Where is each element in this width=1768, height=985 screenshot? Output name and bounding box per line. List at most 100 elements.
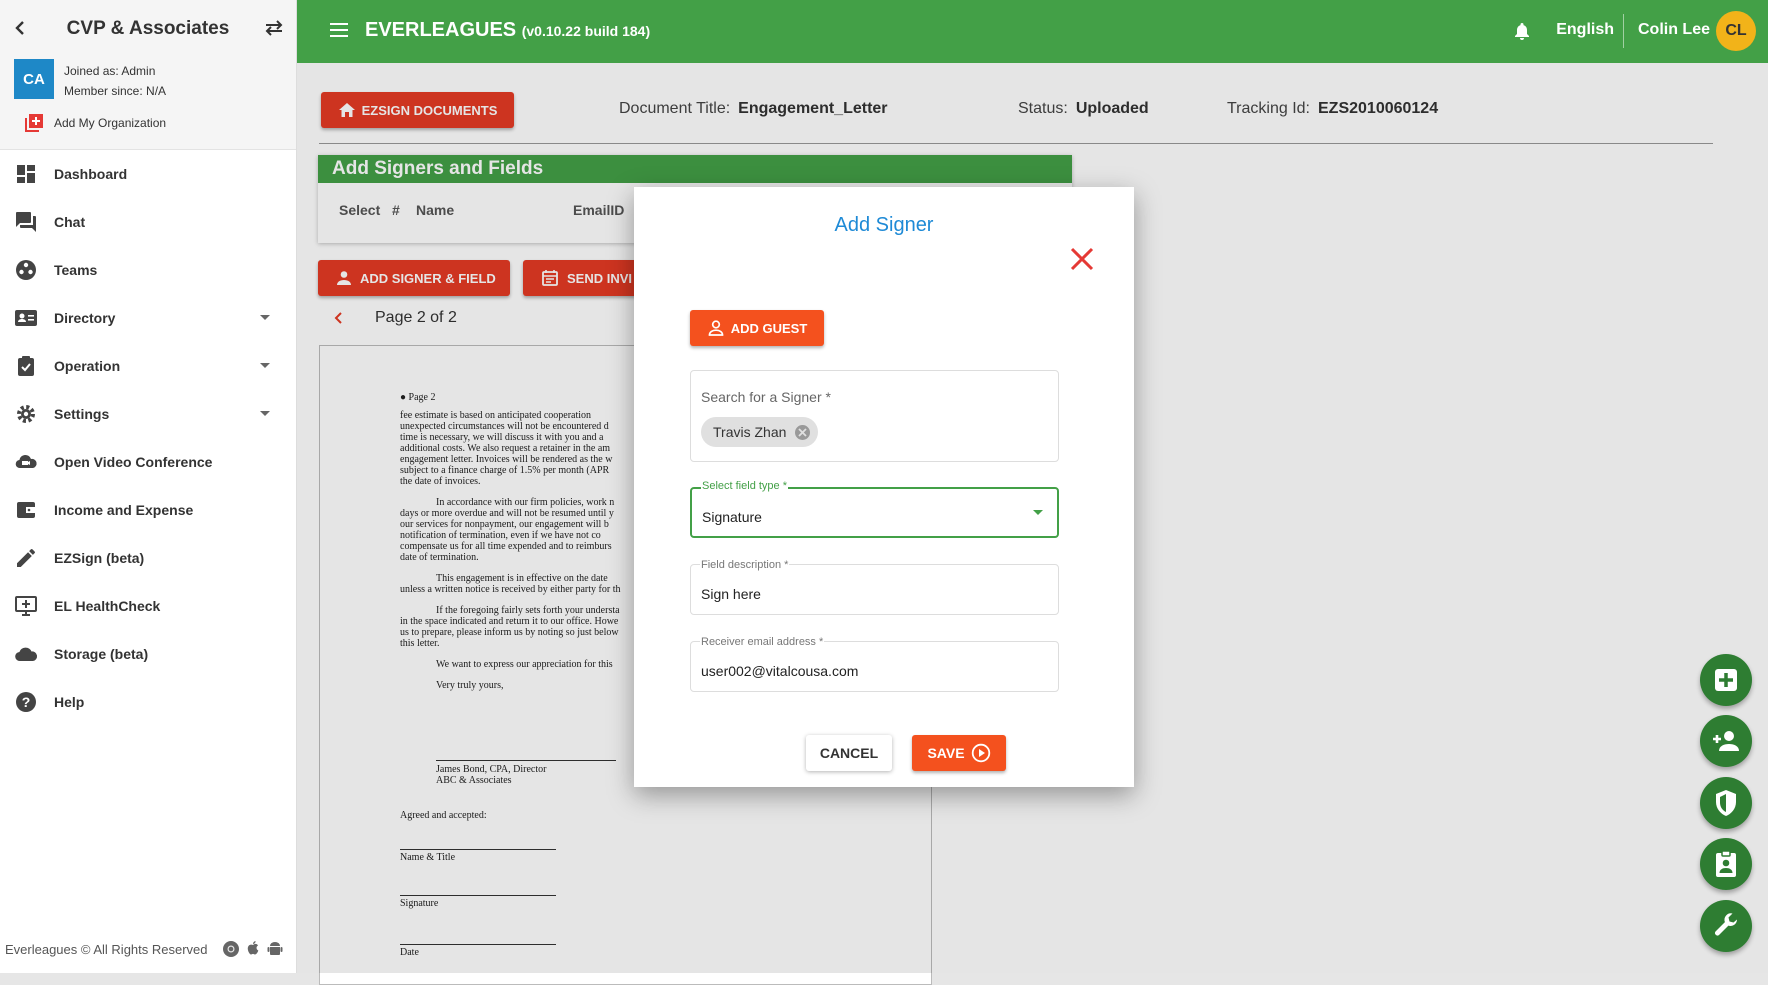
joined-as: Joined as: Admin [64,64,156,78]
sidebar-item-healthcheck[interactable]: EL HealthCheck [0,582,297,630]
sidebar-item-directory[interactable]: Directory [0,294,297,342]
add-icon [1713,667,1739,693]
shield-icon [1714,789,1738,817]
app-version: (v0.10.22 build 184) [521,23,651,39]
org-membership: Joined as: Admin Member since: N/A [64,61,166,101]
save-label: SAVE [927,745,965,761]
user-avatar[interactable]: CL [1716,11,1756,51]
receiver-email-value: user002@vitalcousa.com [701,663,859,679]
swap-icon[interactable] [264,20,284,36]
sidebar-item-dashboard[interactable]: Dashboard [0,150,297,198]
sidebar-item-teams[interactable]: Teams [0,246,297,294]
dashboard-icon [14,162,38,186]
copyright-text: Everleagues © All Rights Reserved [5,941,208,957]
directory-icon [14,306,38,330]
contact-icon [1714,850,1738,878]
wrench-icon [1712,912,1740,940]
bell-icon[interactable] [1514,22,1530,40]
sidebar-item-income-expense[interactable]: Income and Expense [0,486,297,534]
signer-search-input[interactable]: Search for a Signer * Travis Zhan [690,370,1059,462]
header-divider [1623,14,1624,48]
language-selector[interactable]: English [1556,21,1614,39]
fab-add[interactable] [1700,654,1752,706]
receiver-email-input[interactable]: Receiver email address * user002@vitalco… [690,636,1059,692]
sidebar-item-label: EL HealthCheck [54,598,161,614]
sidebar-item-operation[interactable]: Operation [0,342,297,390]
app-name: EVERLEAGUES [365,19,517,41]
sidebar-item-label: Directory [54,310,116,326]
chevron-down-icon[interactable] [260,363,270,368]
teams-icon [14,258,38,282]
sidebar-footer: Everleagues © All Rights Reserved [5,940,284,958]
receiver-email-label: Receiver email address * [700,636,825,648]
fab-add-user[interactable] [1700,715,1752,767]
add-signer-dialog: Add Signer ADD GUEST Search for a Signer… [634,187,1134,787]
sidebar-item-chat[interactable]: Chat [0,198,297,246]
top-app-bar: EVERLEAGUES (v0.10.22 build 184) English… [297,0,1768,63]
field-type-label: Select field type * [701,480,788,492]
help-icon: ? [14,690,38,714]
chevron-down-icon[interactable] [1033,510,1043,515]
save-button[interactable]: SAVE [912,735,1006,771]
monitor-plus-icon [14,594,38,618]
sidebar: CVP & Associates CA Joined as: Admin Mem… [0,0,297,973]
sidebar-item-label: Dashboard [54,166,128,182]
user-name[interactable]: Colin Lee [1638,21,1710,39]
pencil-icon [14,546,38,570]
field-type-value: Signature [702,509,762,525]
add-organization-link[interactable]: Add My Organization [24,113,166,133]
sidebar-item-settings[interactable]: Settings [0,390,297,438]
cloud-storage-icon [14,642,38,666]
remove-chip-icon[interactable] [795,424,811,440]
gear-icon [14,402,38,426]
sidebar-item-label: Income and Expense [54,502,194,518]
chat-icon [14,210,38,234]
selected-signer-chip[interactable]: Travis Zhan [701,417,819,447]
svg-text:?: ? [22,694,31,710]
fab-security[interactable] [1700,777,1752,829]
org-header: CVP & Associates CA Joined as: Admin Mem… [0,0,296,150]
wallet-icon [14,498,38,522]
close-icon[interactable] [1070,247,1094,271]
sidebar-item-label: Storage (beta) [54,646,149,662]
chrome-icon[interactable] [222,940,240,958]
add-guest-label: ADD GUEST [730,320,808,336]
signer-search-placeholder: Search for a Signer * [701,389,831,405]
sidebar-item-ezsign[interactable]: EZSign (beta) [0,534,297,582]
menu-icon[interactable] [329,22,349,38]
chevron-down-icon[interactable] [260,411,270,416]
cancel-button[interactable]: CANCEL [806,735,892,771]
operation-icon [14,354,38,378]
dialog-title: Add Signer [834,214,934,236]
add-box-icon [24,113,44,133]
sidebar-item-label: Open Video Conference [54,454,213,470]
field-description-label: Field description * [700,559,790,571]
sidebar-nav: Dashboard Chat Teams Directory Operation… [0,150,297,726]
android-icon[interactable] [266,940,284,958]
chevron-down-icon[interactable] [260,315,270,320]
sidebar-item-label: Operation [54,358,121,374]
apple-icon[interactable] [244,940,262,958]
selected-signer-name: Travis Zhan [713,424,787,440]
sidebar-item-help[interactable]: ? Help [0,678,297,726]
play-circle-icon [971,743,991,763]
field-description-input[interactable]: Field description * Sign here [690,559,1059,615]
fab-tools[interactable] [1700,900,1752,952]
add-guest-button[interactable]: ADD GUEST [690,310,824,346]
sidebar-item-storage[interactable]: Storage (beta) [0,630,297,678]
person-outline-icon [707,319,725,337]
field-type-select[interactable]: Select field type * Signature [690,480,1059,538]
org-avatar[interactable]: CA [14,59,54,99]
cloud-icon [14,450,38,474]
sidebar-item-label: Settings [54,406,110,422]
add-organization-label: Add My Organization [54,116,167,130]
sidebar-item-label: EZSign (beta) [54,550,145,566]
sidebar-item-label: Teams [54,262,98,278]
field-description-value: Sign here [701,586,761,602]
sidebar-item-video-conference[interactable]: Open Video Conference [0,438,297,486]
fab-contact[interactable] [1700,838,1752,890]
member-since: Member since: N/A [64,84,167,98]
sidebar-item-label: Chat [54,214,86,230]
platform-icons [222,940,284,958]
app-title: EVERLEAGUES (v0.10.22 build 184) [365,19,650,42]
